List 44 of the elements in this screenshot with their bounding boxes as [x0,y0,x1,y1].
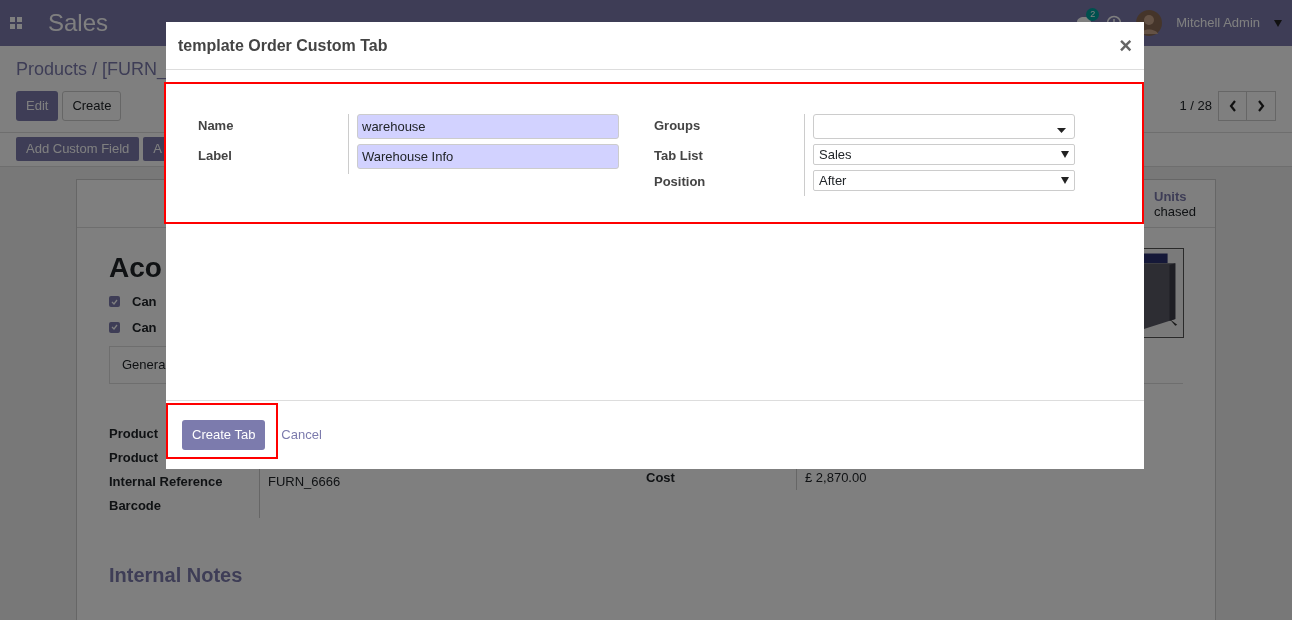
field-label: Cost [646,468,676,487]
field-value: £ 2,870.00 [805,468,867,487]
select-field[interactable]: Sales [813,144,1075,165]
product-title: Aco [109,251,163,285]
stat-label: chased [1154,203,1197,219]
caret-icon [1274,19,1282,27]
checkbox-label: Can [132,318,157,337]
pager: 1 / 28 [1179,97,1212,116]
field-label: Tab List [654,147,704,165]
checkbox-label: Can [132,293,157,311]
input-field[interactable]: Warehouse Info [357,144,619,169]
tags-field[interactable] [813,114,1075,139]
stat-value: Units [1154,188,1188,204]
input-field[interactable]: warehouse [357,114,619,139]
edit-button[interactable]: Edit [16,91,59,121]
action-button[interactable]: Add Custom Field [16,137,140,161]
select-field[interactable]: After [813,170,1075,191]
notification-badge: 2 [1086,8,1100,21]
section-heading: Internal Notes [108,562,244,588]
close-button[interactable]: × [1119,34,1132,57]
field-label: Product [109,424,159,443]
field-label: Groups [654,117,702,135]
field-label: Product [109,448,159,467]
chevron-right-icon [1257,100,1265,112]
field-label: Barcode [109,496,162,515]
field-label: Label [198,147,233,165]
field-value: FURN_6666 [268,472,341,491]
field-label: Internal Reference [109,472,223,491]
chevron-left-icon [1228,100,1237,112]
create-tab-button[interactable]: Create Tab [182,420,266,450]
next-button[interactable] [1247,91,1276,121]
caret-icon [1061,177,1069,184]
create-button[interactable]: Create [62,91,122,121]
checkbox[interactable] [109,321,120,333]
app-title: Sales [48,8,109,38]
field-label: Name [198,117,235,135]
caret-icon [1061,151,1069,158]
field-label: Position [654,173,707,191]
cancel-link[interactable]: Cancel [281,425,322,445]
checkbox[interactable] [109,296,120,308]
previous-button[interactable] [1218,91,1247,121]
user-name[interactable]: Mitchell Admin [1176,13,1260,33]
dialog-title: template Order Custom Tab [178,35,388,56]
apps-icon[interactable] [10,17,22,29]
